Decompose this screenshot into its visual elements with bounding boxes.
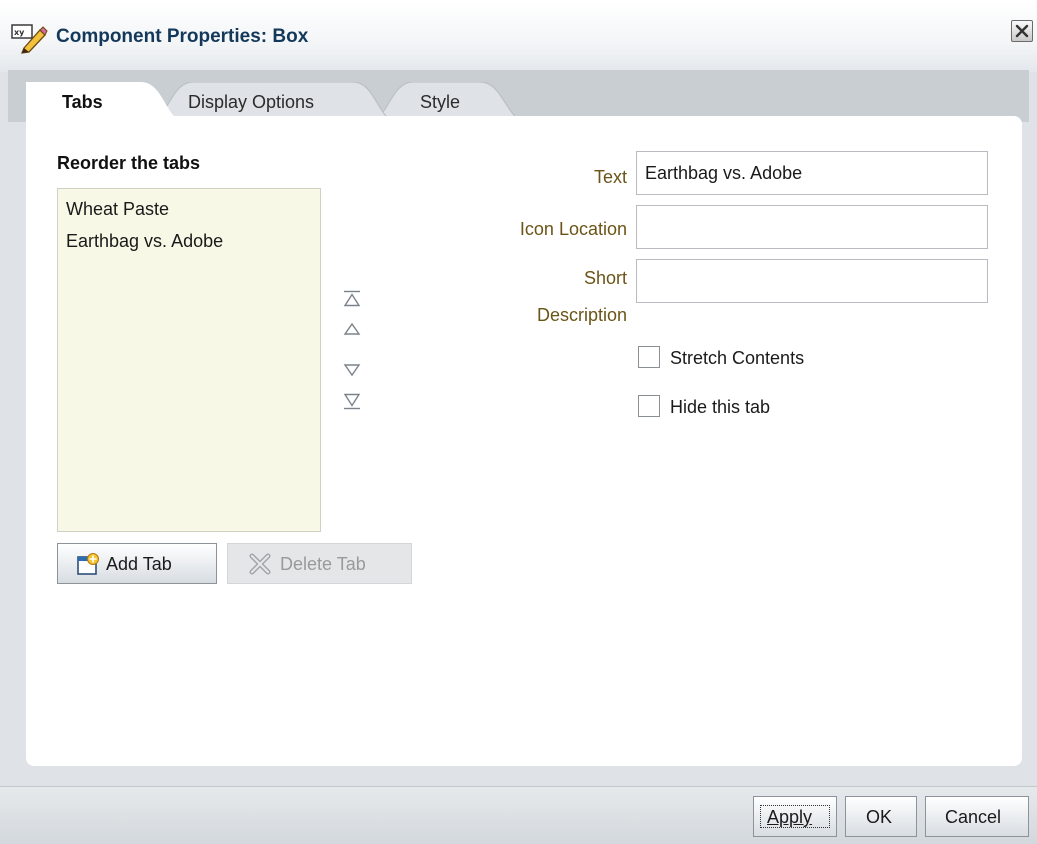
short-description-label-line1: Short bbox=[583, 268, 627, 288]
add-tab-button[interactable]: Add Tab bbox=[57, 543, 217, 584]
icon-location-field[interactable] bbox=[636, 205, 988, 249]
apply-label: Apply bbox=[767, 807, 813, 827]
move-down-icon[interactable] bbox=[343, 361, 361, 379]
delete-tab-button[interactable]: Delete Tab bbox=[227, 543, 412, 584]
short-description-field[interactable] bbox=[636, 259, 988, 303]
text-label: Text bbox=[593, 167, 627, 187]
ok-label: OK bbox=[866, 807, 893, 827]
list-item[interactable]: Wheat Paste bbox=[66, 199, 169, 220]
move-up-icon[interactable] bbox=[343, 320, 361, 338]
cancel-button[interactable]: Cancel bbox=[925, 796, 1029, 837]
cancel-label: Cancel bbox=[945, 807, 1002, 827]
hide-tab-checkbox[interactable] bbox=[638, 395, 660, 417]
dialog-footer: Apply OK Cancel bbox=[0, 786, 1037, 844]
close-icon bbox=[1015, 24, 1029, 38]
stretch-contents-label: Stretch Contents bbox=[670, 348, 805, 368]
tab-order-list[interactable]: Wheat Paste Earthbag vs. Adobe bbox=[57, 188, 321, 532]
add-tab-icon bbox=[76, 552, 100, 576]
close-button[interactable] bbox=[1011, 20, 1033, 42]
dialog-title: Component Properties: Box bbox=[56, 26, 309, 47]
tab-display-options-label: Display Options bbox=[188, 92, 315, 112]
tab-tabs-label: Tabs bbox=[62, 92, 103, 112]
move-to-top-icon[interactable] bbox=[343, 290, 361, 308]
reorder-label: Reorder the tabs bbox=[57, 153, 201, 173]
apply-button[interactable]: Apply bbox=[753, 796, 837, 837]
tab-style-label: Style bbox=[420, 92, 461, 112]
svg-text:xy: xy bbox=[14, 28, 25, 37]
move-to-bottom-icon[interactable] bbox=[343, 392, 361, 410]
stretch-contents-checkbox[interactable] bbox=[638, 346, 660, 368]
icon-location-label: Icon Location bbox=[519, 219, 627, 239]
component-properties-dialog: xy Component Properties: Box Style Displ… bbox=[0, 0, 1037, 844]
dialog-titlebar: xy Component Properties: Box bbox=[0, 0, 1037, 72]
short-description-label-line2: Description bbox=[536, 305, 627, 325]
delete-x-icon bbox=[248, 552, 272, 576]
xy-pencil-icon: xy bbox=[10, 22, 48, 54]
tab-strip: Style Display Options Tabs bbox=[8, 70, 1029, 122]
add-tab-label: Add Tab bbox=[106, 554, 172, 574]
hide-tab-label: Hide this tab bbox=[670, 397, 771, 417]
ok-button[interactable]: OK bbox=[845, 796, 917, 837]
delete-tab-label: Delete Tab bbox=[280, 554, 366, 574]
text-field[interactable] bbox=[636, 151, 988, 195]
list-item[interactable]: Earthbag vs. Adobe bbox=[66, 231, 223, 252]
